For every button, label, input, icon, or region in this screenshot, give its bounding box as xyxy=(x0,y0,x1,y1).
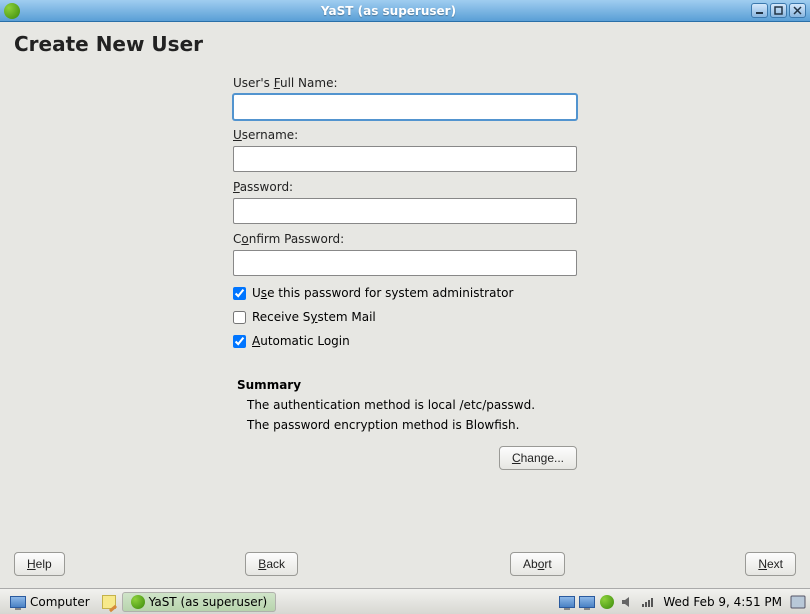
taskbar: Computer YaST (as superuser) Wed Feb 9, … xyxy=(0,588,810,614)
back-button[interactable]: Back xyxy=(245,552,298,576)
field-fullname: User's Full Name: xyxy=(233,76,577,120)
taskbar-task-yast[interactable]: YaST (as superuser) xyxy=(122,592,277,612)
dialog-content: Create New User User's Full Name: Userna… xyxy=(0,22,810,588)
password-input[interactable] xyxy=(233,198,577,224)
page-title: Create New User xyxy=(14,32,796,56)
fullname-label: User's Full Name: xyxy=(233,76,577,90)
maximize-button[interactable] xyxy=(770,3,787,18)
tray-show-desktop-icon[interactable] xyxy=(790,594,806,610)
username-label: Username: xyxy=(233,128,577,142)
window-title: YaST (as superuser) xyxy=(26,4,751,18)
minimize-button[interactable] xyxy=(751,3,768,18)
tray-update-icon[interactable] xyxy=(599,594,615,610)
fullname-input[interactable] xyxy=(233,94,577,120)
window-titlebar: YaST (as superuser) xyxy=(0,0,810,22)
app-icon xyxy=(4,3,20,19)
field-confirm: Confirm Password: xyxy=(233,232,577,276)
taskbar-notes[interactable] xyxy=(100,593,118,611)
tray-volume-icon[interactable] xyxy=(619,594,635,610)
note-icon xyxy=(102,595,116,609)
confirm-input[interactable] xyxy=(233,250,577,276)
summary-line-auth: The authentication method is local /etc/… xyxy=(247,398,577,412)
check-systempass[interactable]: Use this password for system administrat… xyxy=(233,286,577,300)
close-button[interactable] xyxy=(789,3,806,18)
yast-icon xyxy=(131,595,145,609)
password-label: Password: xyxy=(233,180,577,194)
field-password: Password: xyxy=(233,180,577,224)
tray-monitor-icon-2[interactable] xyxy=(579,594,595,610)
computer-icon xyxy=(10,596,26,608)
next-button[interactable]: Next xyxy=(745,552,796,576)
autologin-checkbox[interactable] xyxy=(233,335,246,348)
tray-network-icon[interactable] xyxy=(639,594,655,610)
taskbar-computer[interactable]: Computer xyxy=(4,593,96,611)
systempass-checkbox[interactable] xyxy=(233,287,246,300)
username-input[interactable] xyxy=(233,146,577,172)
summary-heading: Summary xyxy=(237,378,577,392)
sysmail-checkbox[interactable] xyxy=(233,311,246,324)
taskbar-clock[interactable]: Wed Feb 9, 4:51 PM xyxy=(659,595,786,609)
check-sysmail[interactable]: Receive System Mail xyxy=(233,310,577,324)
confirm-label: Confirm Password: xyxy=(233,232,577,246)
change-button[interactable]: Change... xyxy=(499,446,577,470)
tray-monitor-icon-1[interactable] xyxy=(559,594,575,610)
field-username: Username: xyxy=(233,128,577,172)
summary-line-encryption: The password encryption method is Blowfi… xyxy=(247,418,577,432)
check-autologin[interactable]: Automatic Login xyxy=(233,334,577,348)
wizard-buttons: Help Back Abort Next xyxy=(14,552,796,576)
abort-button[interactable]: Abort xyxy=(510,552,565,576)
help-button[interactable]: Help xyxy=(14,552,65,576)
system-tray xyxy=(559,594,655,610)
summary-section: Summary The authentication method is loc… xyxy=(233,378,577,432)
